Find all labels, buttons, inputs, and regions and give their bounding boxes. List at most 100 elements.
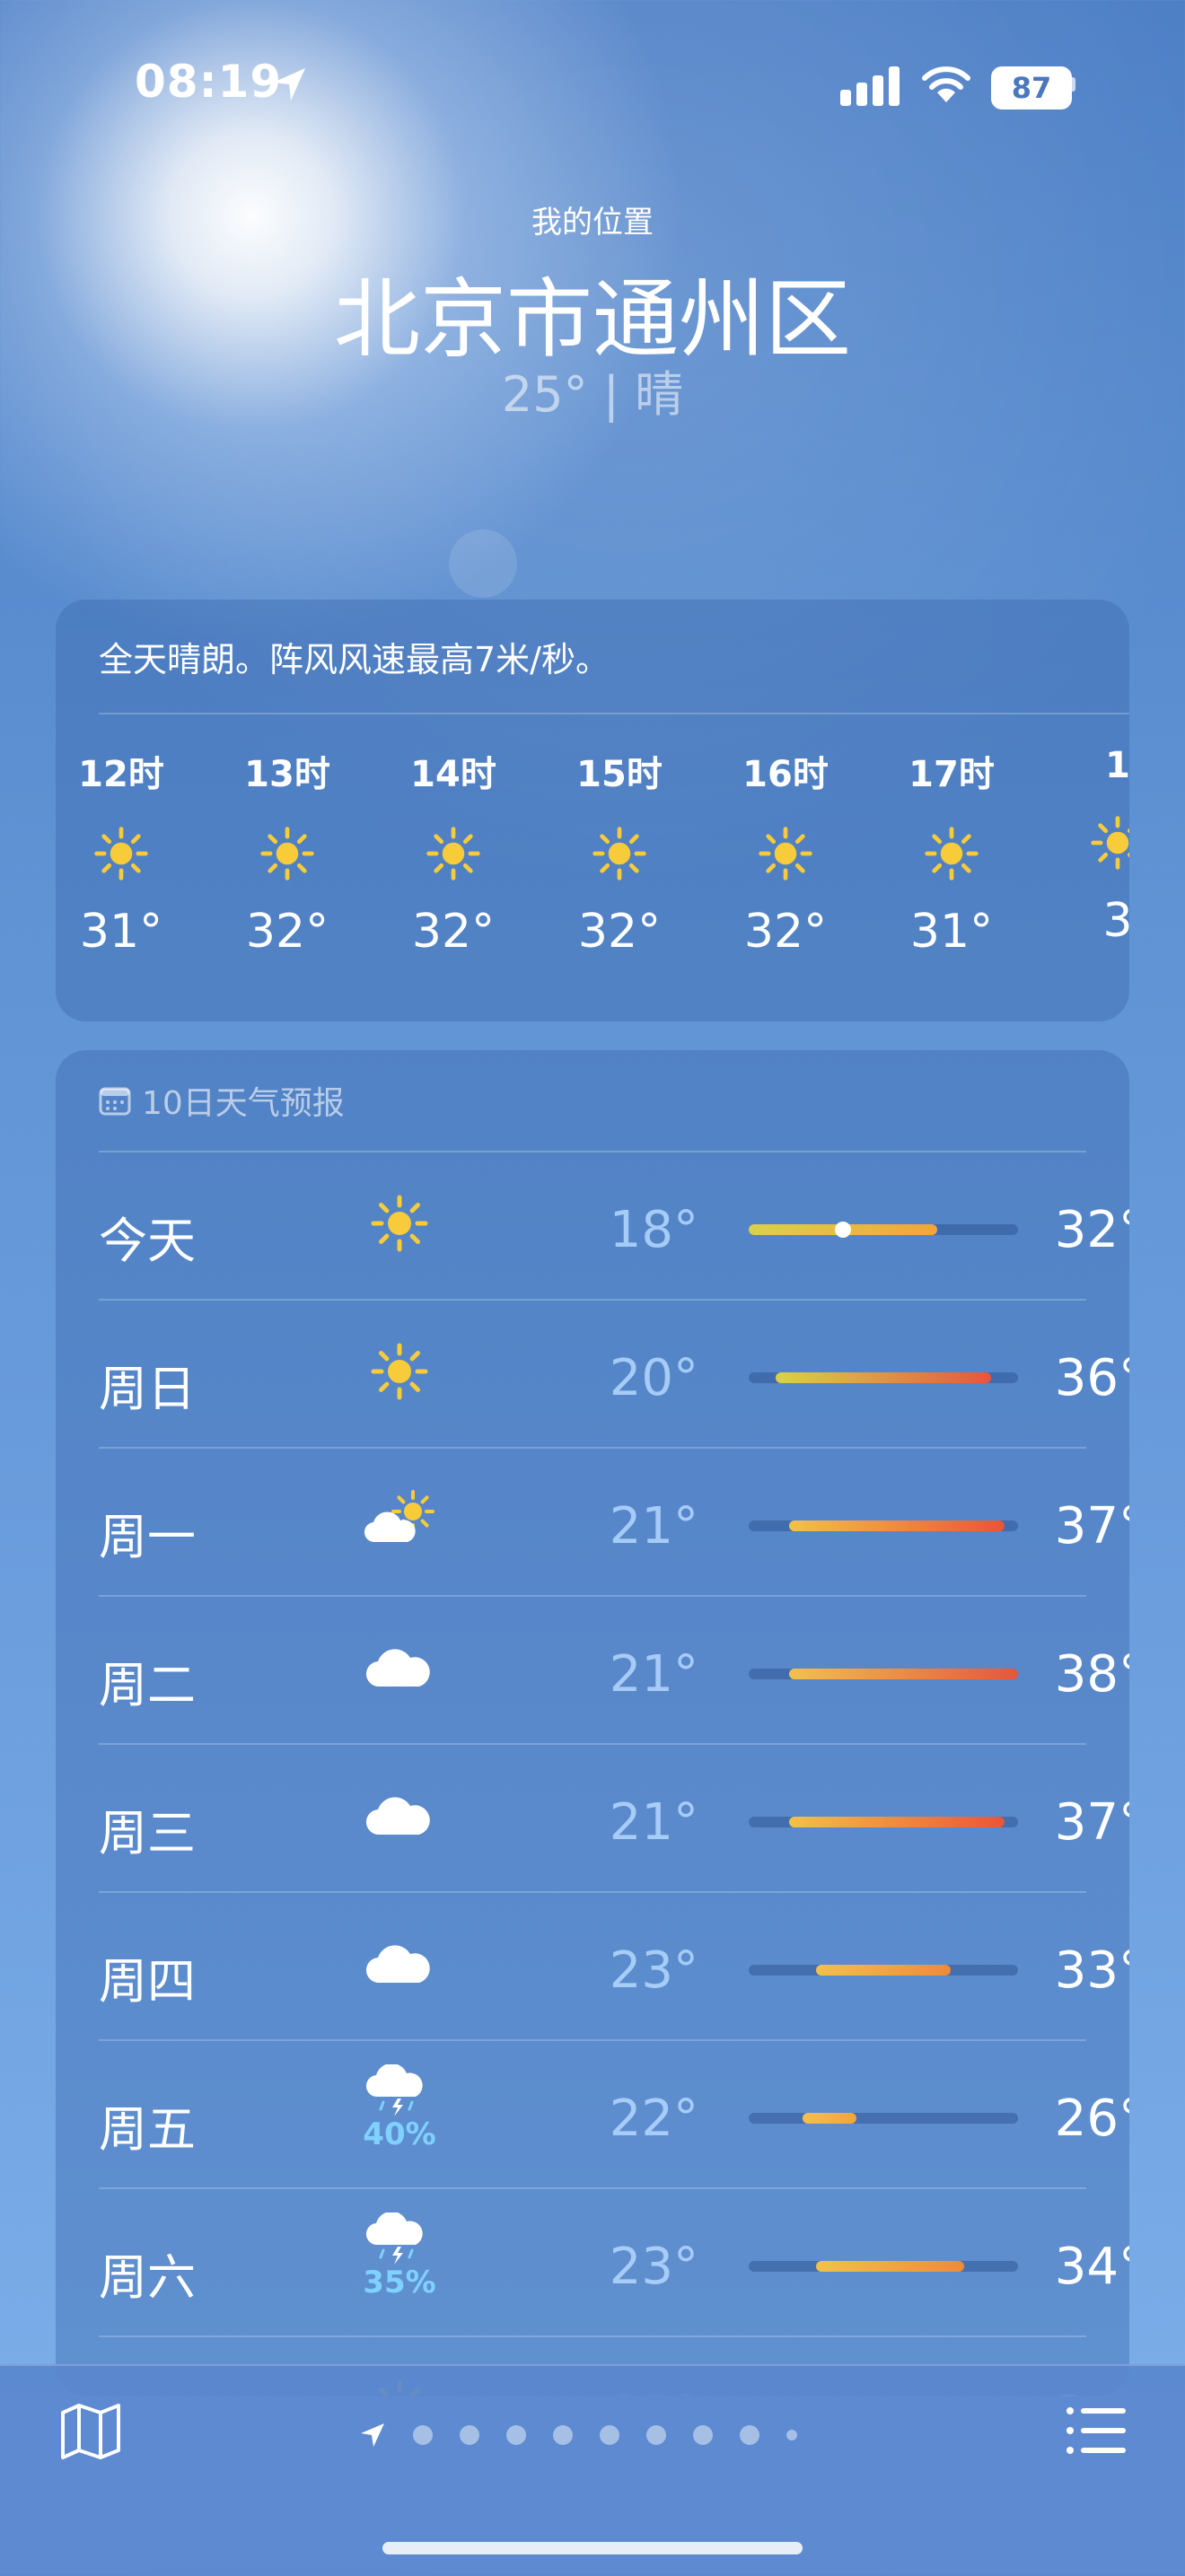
sun-icon: [363, 1192, 436, 1258]
daily-forecast-card[interactable]: 10日天气预报 今天 18° 32° 周日 20° 36° 周一 21° 37° 周二 21° 38°…: [56, 1050, 1129, 2396]
sun-icon: [1059, 813, 1129, 876]
page-dot[interactable]: [413, 2425, 433, 2445]
sun-icon: [63, 824, 180, 887]
bottom-toolbar: [0, 2364, 1185, 2576]
divider: [99, 1151, 1086, 1152]
daily-forecast-title: 10日天气预报: [99, 1077, 345, 1124]
list-icon[interactable]: [1065, 2405, 1128, 2456]
hourly-item: 16时 32°: [727, 745, 844, 959]
hourly-list[interactable]: 12时 31° 13时 32° 14时 32° 15时 32° 16时 32° 17时 31° 1 3: [78, 745, 1129, 1014]
sun-icon: [363, 1340, 436, 1406]
daily-row[interactable]: 周日 20° 36°: [99, 1308, 1129, 1442]
hourly-item: 12时 31°: [63, 745, 180, 959]
home-indicator[interactable]: [382, 2542, 803, 2554]
low-temperature: 22°: [609, 2090, 698, 2148]
sun-icon: [727, 824, 844, 887]
page-dot[interactable]: [693, 2425, 713, 2445]
hourly-item: 13: [1059, 745, 1129, 948]
divider: [99, 2039, 1086, 2041]
map-icon[interactable]: [59, 2402, 122, 2461]
hour-temperature: 3: [1102, 894, 1129, 948]
day-name: 周五: [99, 2101, 196, 2158]
day-name: 周六: [99, 2249, 196, 2306]
page-dot[interactable]: [786, 2430, 797, 2440]
hour-label: 16时: [742, 754, 829, 795]
battery-indicator: 87: [991, 66, 1072, 110]
high-temperature: 37°: [1054, 1497, 1129, 1555]
page-dot[interactable]: [600, 2425, 619, 2445]
hourly-forecast-card[interactable]: 全天晴朗。阵风风速最高7米/秒。 12时 31° 13时 32° 14时 32° 15时 32…: [56, 600, 1129, 1021]
hourly-item: 17时 31°: [893, 745, 1010, 959]
high-temperature: 26°: [1054, 2090, 1129, 2148]
daily-row[interactable]: 周六 35% 23° 34°: [99, 2196, 1129, 2331]
hour-label: 15时: [576, 754, 663, 795]
divider: [99, 2335, 1086, 2337]
low-temperature: 23°: [609, 2238, 698, 2296]
weather-summary: 全天晴朗。阵风风速最高7米/秒。: [99, 640, 610, 679]
thunderstorm-icon: 35%: [363, 2211, 436, 2300]
daily-row[interactable]: 周四 23° 33°: [99, 1900, 1129, 2035]
daily-row[interactable]: 周一 21° 37°: [99, 1456, 1129, 1590]
thunderstorm-icon: 40%: [363, 2063, 436, 2152]
calendar-icon: [99, 1087, 131, 1116]
temperature-range-bar: [749, 1965, 1018, 1976]
hour-temperature: 31°: [79, 905, 163, 959]
daily-row[interactable]: 今天 18° 32°: [99, 1160, 1129, 1294]
day-name: 周一: [99, 1509, 196, 1565]
day-name: 周日: [99, 1361, 196, 1417]
status-time: 08:19: [135, 56, 283, 108]
hour-label: 17时: [908, 754, 995, 795]
current-temperature-dot: [835, 1222, 851, 1238]
high-temperature: 33°: [1054, 1941, 1129, 2000]
hour-temperature: 32°: [245, 905, 329, 959]
page-dot[interactable]: [460, 2425, 479, 2445]
sun-icon: [395, 824, 512, 887]
page-dot[interactable]: [553, 2425, 573, 2445]
temperature-range-fill: [776, 1372, 991, 1383]
page-dot[interactable]: [740, 2425, 759, 2445]
hour-temperature: 31°: [909, 905, 994, 959]
current-location-arrow-icon[interactable]: [359, 2422, 386, 2449]
page-dot[interactable]: [506, 2425, 526, 2445]
day-name: 今天: [99, 1213, 196, 1269]
hour-label: 1: [1105, 745, 1129, 786]
day-name: 周四: [99, 1953, 196, 2010]
sun-icon: [561, 824, 678, 887]
day-name: 周二: [99, 1657, 196, 1713]
daily-row[interactable]: 周五 40% 22° 26°: [99, 2048, 1129, 2183]
high-temperature: 37°: [1054, 1793, 1129, 1852]
high-temperature: 36°: [1054, 1349, 1129, 1407]
divider: [99, 2187, 1086, 2189]
divider: [99, 1447, 1086, 1449]
high-temperature: 32°: [1054, 1201, 1129, 1259]
temperature-range-fill: [789, 1817, 1005, 1827]
cloud-icon: [363, 1784, 436, 1851]
temperature-range-fill: [816, 1965, 951, 1976]
hour-label: 12时: [78, 754, 164, 795]
low-temperature: 18°: [609, 1201, 698, 1259]
decorative-bubble: [449, 530, 517, 598]
temperature-range-bar: [749, 1817, 1018, 1827]
temperature-range-bar: [749, 2113, 1018, 2124]
precipitation-chance: 35%: [363, 2265, 436, 2300]
daily-row[interactable]: 周三 21° 37°: [99, 1752, 1129, 1887]
temperature-range-fill: [816, 2261, 964, 2272]
divider: [99, 713, 1129, 714]
divider: [99, 1743, 1086, 1745]
cellular-signal-icon: [840, 65, 903, 106]
low-temperature: 21°: [609, 1793, 698, 1852]
current-condition: 25° | 晴: [501, 366, 684, 423]
battery-tip: [1070, 77, 1075, 92]
cloud-icon: [363, 1932, 436, 1999]
page-indicator[interactable]: [359, 2422, 797, 2449]
temperature-range-fill: [803, 2113, 856, 2124]
temperature-range-bar: [749, 1222, 1018, 1238]
day-name: 周三: [99, 1805, 196, 1862]
hour-temperature: 32°: [577, 905, 662, 959]
hour-label: 13时: [244, 754, 330, 795]
page-dot[interactable]: [646, 2425, 666, 2445]
temperature-range-fill: [789, 1669, 1018, 1679]
daily-row[interactable]: 周二 21° 38°: [99, 1604, 1129, 1739]
sun-icon: [229, 824, 346, 887]
temperature-range-bar: [749, 2261, 1018, 2272]
